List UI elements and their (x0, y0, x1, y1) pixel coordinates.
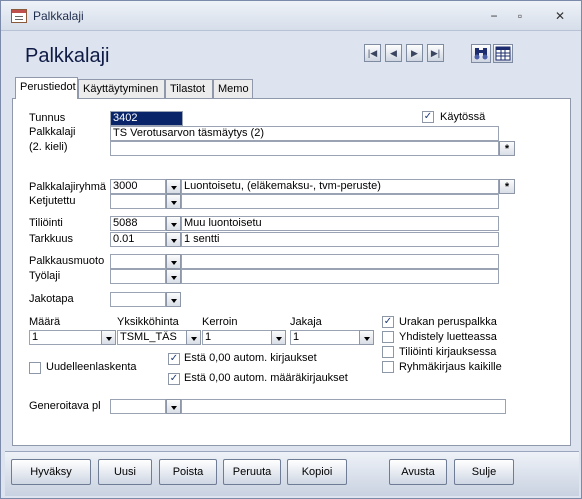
palkkalajiryhma-dropdown[interactable] (166, 179, 181, 194)
jakaja-label: Jakaja (290, 316, 322, 328)
yksikkohinta-label: Yksikköhinta (117, 316, 179, 328)
palkkalaji-2-kieli-label: (2. kieli) (29, 141, 68, 153)
ketjutettu-dropdown[interactable] (166, 194, 181, 209)
palkkalaji-star-button[interactable]: * (499, 141, 515, 156)
palkkalaji-field[interactable]: TS Verotusarvon täsmäytys (2) (110, 126, 499, 141)
tilioint-dropdown[interactable] (166, 216, 181, 231)
window-title: Palkkalaji (33, 9, 84, 23)
restore-button[interactable]: ▫ (509, 9, 531, 25)
tab-perustiedot[interactable]: Perustiedot (15, 77, 78, 99)
form-title: Palkkalaji (25, 45, 110, 67)
ketjutettu-code-field[interactable] (110, 194, 166, 209)
esta-kirjaukset-label: Estä 0,00 autom. kirjaukset (184, 352, 317, 364)
yksikkohinta-field[interactable]: TSML_TÄS (117, 330, 187, 345)
kaytossa-checkbox[interactable]: ✓ (422, 111, 434, 123)
tunnus-label: Tunnus (29, 112, 66, 124)
palkkausmuoto-dropdown[interactable] (166, 254, 181, 269)
tilioint-label: Tiliöinti (29, 217, 63, 229)
generoitava-dropdown[interactable] (166, 399, 181, 414)
first-record-button[interactable]: |◀ (364, 44, 381, 62)
tab-memo[interactable]: Memo (213, 79, 253, 99)
prev-record-button[interactable]: ◀ (385, 44, 402, 62)
palkkalaji-2-kieli-field[interactable] (110, 141, 499, 156)
palkkalaji-window: Palkkalaji − ▫ ✕ Palkkalaji |◀ ◀ ▶ ▶| Pe… (0, 0, 582, 499)
kerroin-field[interactable]: 1 (202, 330, 272, 345)
jakotapa-dropdown[interactable] (166, 292, 181, 307)
jakotapa-field[interactable] (110, 292, 166, 307)
binoculars-icon (474, 48, 488, 60)
palkkausmuoto-code-field[interactable] (110, 254, 166, 269)
kopioi-button[interactable]: Kopioi (287, 459, 347, 485)
title-bar: Palkkalaji − ▫ ✕ (1, 1, 581, 31)
urakan-peruspalkka-label: Urakan peruspalkka (399, 316, 497, 328)
yhdistely-label: Yhdistely luetteassa (399, 331, 497, 343)
minimize-button[interactable]: − (483, 9, 505, 25)
sulje-button[interactable]: Sulje (454, 459, 514, 485)
tilioint-desc: Muu luontoisetu (181, 216, 499, 231)
palkkausmuoto-label: Palkkausmuoto (29, 255, 105, 267)
hyvaksy-button[interactable]: Hyväksy (11, 459, 91, 485)
jakotapa-label: Jakotapa (29, 293, 74, 305)
uusi-button[interactable]: Uusi (98, 459, 152, 485)
ketjutettu-label: Ketjutettu (29, 195, 76, 207)
tunnus-field[interactable]: 3402 (110, 111, 183, 126)
kerroin-dropdown[interactable] (271, 330, 286, 345)
jakaja-dropdown[interactable] (359, 330, 374, 345)
tab-kayttaytyminen[interactable]: Käyttäytyminen (78, 79, 165, 99)
poista-button[interactable]: Poista (159, 459, 217, 485)
ryhmakirjaus-checkbox[interactable] (382, 361, 394, 373)
ryhmakirjaus-label: Ryhmäkirjaus kaikille (399, 361, 502, 373)
avusta-button[interactable]: Avusta (389, 459, 447, 485)
maara-label: Määrä (29, 316, 61, 328)
yksikkohinta-dropdown[interactable] (186, 330, 201, 345)
ketjutettu-desc (181, 194, 499, 209)
close-button[interactable]: ✕ (549, 9, 571, 25)
app-table-icon (11, 9, 27, 23)
palkkalajiryhma-desc: Luontoisetu, (eläkemaksu-, tvm-peruste) (181, 179, 499, 194)
tilioint-code-field[interactable]: 5088 (110, 216, 166, 231)
palkkalajiryhma-star-button[interactable]: * (499, 179, 515, 194)
datasheet-button[interactable] (493, 44, 513, 63)
uudelleenlaskenta-label: Uudelleenlaskenta (46, 361, 137, 373)
generoitava-label: Generoitava pl (29, 400, 101, 412)
tarkkuus-code-field[interactable]: 0.01 (110, 232, 166, 247)
next-record-button[interactable]: ▶ (406, 44, 423, 62)
esta-maarakirjaukset-label: Estä 0,00 autom. määräkirjaukset (184, 372, 348, 384)
tilioint-kirjauksessa-label: Tiliöinti kirjauksessa (399, 346, 497, 358)
generoitava-desc (181, 399, 506, 414)
yhdistely-checkbox[interactable] (382, 331, 394, 343)
tyolaji-desc (181, 269, 499, 284)
maara-dropdown[interactable] (101, 330, 116, 345)
maara-field[interactable]: 1 (29, 330, 102, 345)
peruuta-button[interactable]: Peruuta (223, 459, 281, 485)
palkkausmuoto-desc (181, 254, 499, 269)
tyolaji-code-field[interactable] (110, 269, 166, 284)
uudelleenlaskenta-checkbox[interactable] (29, 362, 41, 374)
last-record-button[interactable]: ▶| (427, 44, 444, 62)
jakaja-field[interactable]: 1 (290, 330, 360, 345)
palkkalajiryhma-code-field[interactable]: 3000 (110, 179, 166, 194)
table-grid-icon (495, 46, 511, 61)
esta-kirjaukset-checkbox[interactable]: ✓ (168, 353, 180, 365)
tarkkuus-desc: 1 sentti (181, 232, 499, 247)
generoitava-code-field[interactable] (110, 399, 166, 414)
tilioint-kirjauksessa-checkbox[interactable] (382, 346, 394, 358)
kaytossa-label: Käytössä (440, 111, 486, 123)
tarkkuus-label: Tarkkuus (29, 233, 74, 245)
esta-maarakirjaukset-checkbox[interactable]: ✓ (168, 373, 180, 385)
tarkkuus-dropdown[interactable] (166, 232, 181, 247)
find-button[interactable] (471, 44, 491, 63)
kerroin-label: Kerroin (202, 316, 238, 328)
tyolaji-label: Työlaji (29, 270, 61, 282)
tyolaji-dropdown[interactable] (166, 269, 181, 284)
palkkalajiryhma-label: Palkkalajiryhmä (29, 181, 107, 193)
tab-tilastot[interactable]: Tilastot (165, 79, 213, 99)
palkkalaji-label: Palkkalaji (29, 126, 76, 138)
urakan-peruspalkka-checkbox[interactable]: ✓ (382, 316, 394, 328)
